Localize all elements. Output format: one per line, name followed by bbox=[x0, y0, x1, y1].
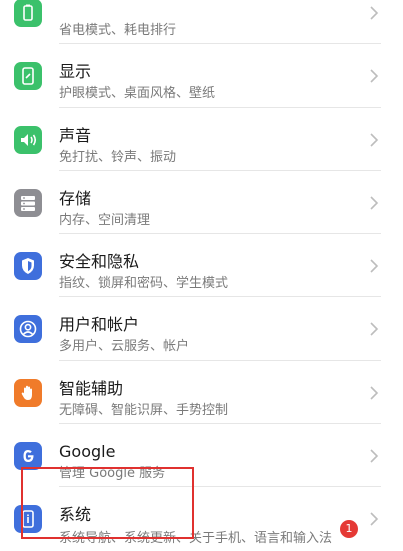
shield-icon bbox=[14, 252, 42, 281]
google-icon bbox=[14, 442, 42, 471]
settings-item-storage[interactable]: 存储 内存、空间清理 bbox=[0, 171, 403, 235]
settings-item-google[interactable]: Google 管理 Google 服务 bbox=[0, 424, 403, 488]
speaker-icon bbox=[14, 125, 42, 154]
settings-item-sound[interactable]: 声音 免打扰、铃声、振动 bbox=[0, 108, 403, 171]
settings-item-subtitle: 免打扰、铃声、振动 bbox=[59, 149, 177, 165]
settings-item-title: 安全和隐私 bbox=[59, 252, 140, 272]
display-icon bbox=[14, 62, 42, 91]
settings-item-battery[interactable]: 省电模式、耗电排行 bbox=[0, 0, 403, 45]
settings-item-accessibility[interactable]: 智能辅助 无障碍、智能识屏、手势控制 bbox=[0, 361, 403, 425]
settings-item-security[interactable]: 安全和隐私 指纹、锁屏和密码、学生模式 bbox=[0, 234, 403, 298]
chevron-right-icon bbox=[367, 68, 381, 84]
settings-item-system[interactable]: 系统 系统导航、系统更新、关于手机、语言和输入法 1 bbox=[0, 487, 403, 551]
settings-item-subtitle: 省电模式、耗电排行 bbox=[59, 23, 177, 38]
settings-item-subtitle: 系统导航、系统更新、关于手机、语言和输入法 bbox=[59, 531, 333, 547]
storage-icon bbox=[14, 188, 42, 217]
chevron-right-icon bbox=[367, 448, 381, 464]
settings-item-title: 声音 bbox=[59, 125, 92, 145]
settings-item-subtitle: 内存、空间清理 bbox=[59, 212, 151, 228]
phone-info-icon bbox=[14, 505, 42, 534]
settings-item-users-accounts[interactable]: 用户和帐户 多用户、云服务、帐户 bbox=[0, 297, 403, 361]
settings-item-title: 用户和帐户 bbox=[59, 315, 140, 335]
chevron-right-icon bbox=[367, 511, 381, 527]
chevron-right-icon bbox=[367, 258, 381, 274]
hand-icon bbox=[14, 378, 42, 407]
chevron-right-icon bbox=[367, 5, 381, 21]
settings-item-subtitle: 多用户、云服务、帐户 bbox=[59, 339, 190, 355]
chevron-right-icon bbox=[367, 195, 381, 211]
chevron-right-icon bbox=[367, 321, 381, 337]
settings-item-display[interactable]: 显示 护眼模式、桌面风格、壁纸 bbox=[0, 44, 403, 108]
notification-badge: 1 bbox=[340, 520, 358, 539]
settings-item-title: 智能辅助 bbox=[59, 378, 124, 398]
battery-icon bbox=[14, 0, 42, 27]
settings-item-title: 存储 bbox=[59, 188, 92, 208]
settings-item-subtitle: 指纹、锁屏和密码、学生模式 bbox=[59, 276, 229, 292]
settings-item-title: 显示 bbox=[59, 62, 92, 82]
settings-list: 省电模式、耗电排行 显示 护眼模式、桌面风格、壁纸 声音 免打扰、铃声、振动 存… bbox=[0, 0, 403, 551]
chevron-right-icon bbox=[367, 132, 381, 148]
settings-item-subtitle: 管理 Google 服务 bbox=[59, 466, 166, 482]
user-icon bbox=[14, 315, 42, 344]
settings-item-title: 系统 bbox=[59, 505, 92, 525]
chevron-right-icon bbox=[367, 385, 381, 401]
settings-item-subtitle: 护眼模式、桌面风格、壁纸 bbox=[59, 86, 216, 102]
settings-item-title: Google bbox=[59, 442, 116, 462]
settings-item-subtitle: 无障碍、智能识屏、手势控制 bbox=[59, 402, 229, 418]
